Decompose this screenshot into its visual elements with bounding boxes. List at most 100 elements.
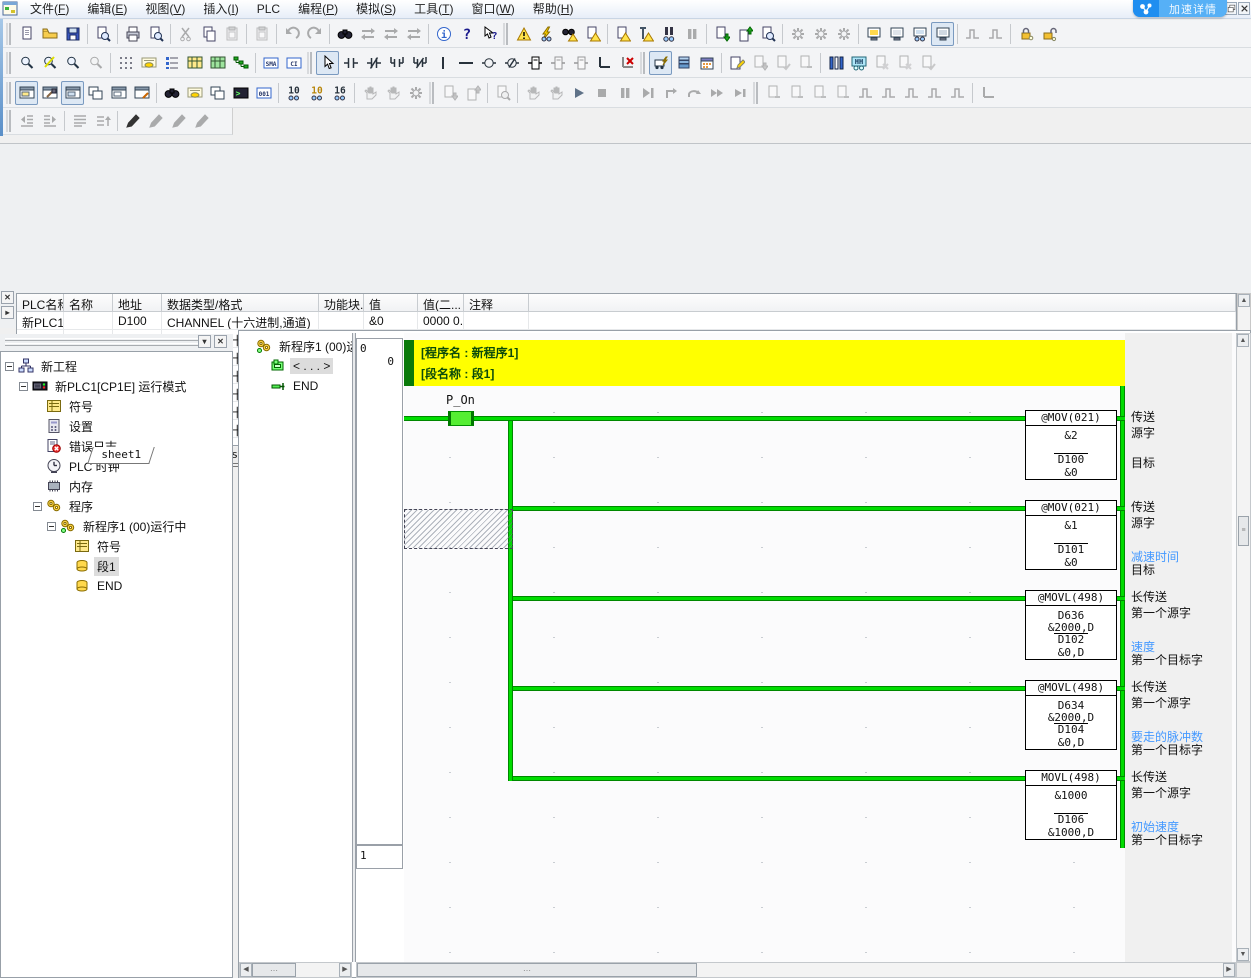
online-edit-c-button[interactable] — [916, 51, 939, 75]
print-preview-button[interactable] — [144, 22, 167, 46]
sim-stop-button[interactable] — [590, 81, 613, 105]
toolbar-grip[interactable] — [6, 82, 11, 104]
scroll-thumb[interactable]: ≡ — [1238, 516, 1249, 546]
grip-line[interactable] — [5, 343, 201, 346]
instruction-button[interactable] — [523, 51, 546, 75]
tree-close-button[interactable]: ✕ — [214, 335, 227, 348]
cell[interactable] — [64, 312, 113, 330]
tree-item-新程序1 (00)运[interactable]: 新程序1 (00)运 — [239, 336, 352, 356]
pen-percent-button[interactable] — [144, 109, 167, 133]
verify-program-button[interactable] — [771, 51, 794, 75]
find-report-button[interactable] — [558, 22, 581, 46]
mdi-close-button[interactable] — [1238, 2, 1250, 15]
time-chart-button[interactable] — [984, 22, 1007, 46]
column-header-功能块...[interactable]: 功能块... — [319, 294, 364, 312]
tree-item-内存[interactable]: 内存 — [1, 476, 232, 496]
breakpoint-4-button[interactable] — [831, 81, 854, 105]
toolbar-grip[interactable] — [6, 110, 11, 132]
find-button[interactable] — [333, 22, 356, 46]
breakpoint-3-button[interactable] — [808, 81, 831, 105]
ladder-section-tree[interactable]: 新程序1 (00)运< . . . >END — [239, 333, 352, 962]
overlay-badge[interactable]: 加速详情 — [1133, 0, 1227, 17]
tree-item-设置[interactable]: 设置 — [1, 416, 232, 436]
data-display-button[interactable]: 001 — [252, 81, 275, 105]
online-edit-a-button[interactable] — [870, 51, 893, 75]
device-check-button[interactable] — [634, 22, 657, 46]
menu-编辑E[interactable]: 编辑(E) — [78, 1, 136, 17]
column-header-注释[interactable]: 注释 — [464, 294, 529, 312]
compile-program-button[interactable] — [91, 22, 114, 46]
toolbar-grip[interactable] — [429, 82, 434, 104]
new-file-button[interactable] — [15, 22, 38, 46]
tree-menu-button[interactable]: ▾ — [198, 335, 211, 348]
trace-5-button[interactable] — [946, 81, 969, 105]
monitor-pause-button[interactable] — [657, 22, 680, 46]
workspace-window-button[interactable] — [15, 81, 38, 105]
indent-button[interactable] — [38, 109, 61, 133]
watch-window-button[interactable] — [61, 81, 84, 105]
grip-line[interactable] — [5, 338, 201, 341]
scroll-thumb[interactable]: ⋯ — [252, 963, 296, 977]
upload-from-plc-button[interactable] — [733, 22, 756, 46]
help-button[interactable]: ? — [455, 22, 478, 46]
compare-with-plc-button[interactable] — [756, 22, 779, 46]
io-receive-button[interactable] — [461, 81, 484, 105]
tree-item-END[interactable]: END — [1, 576, 232, 596]
tree-pane-hscroll[interactable]: ◀ ⋯ ▶ — [239, 962, 352, 978]
find-next-button[interactable] — [379, 22, 402, 46]
trace-1-button[interactable] — [854, 81, 877, 105]
menu-编程P[interactable]: 编程(P) — [289, 1, 347, 17]
paste-button[interactable] — [220, 22, 243, 46]
symbol-table-button[interactable] — [160, 51, 183, 75]
zoom-out-small-button[interactable] — [15, 51, 38, 75]
coil-nc-button[interactable] — [500, 51, 523, 75]
column-header-地址[interactable]: 地址 — [113, 294, 162, 312]
sim-fast-forward-button[interactable] — [705, 81, 728, 105]
scroll-up-arrow[interactable]: ▲ — [1237, 334, 1249, 347]
sim-step-in-button[interactable] — [659, 81, 682, 105]
sim-pause-button[interactable] — [613, 81, 636, 105]
align-top-button[interactable] — [91, 109, 114, 133]
scroll-right-arrow[interactable]: ▶ — [1223, 963, 1235, 977]
column-header-值(二...[interactable]: 值(二... — [418, 294, 464, 312]
trace-3-button[interactable] — [900, 81, 923, 105]
set-value-button[interactable] — [358, 81, 381, 105]
sim-step-over-button[interactable] — [682, 81, 705, 105]
force-off-button[interactable] — [1037, 22, 1060, 46]
force-on-button[interactable] — [1014, 22, 1037, 46]
instruction-block-@MOV(021)[interactable]: @MOV(021)&2D100&0 — [1025, 410, 1117, 480]
zoom-fit-button[interactable] — [38, 51, 61, 75]
zoom-reset-button[interactable] — [84, 51, 107, 75]
toolbar-grip[interactable] — [6, 52, 11, 74]
scroll-down-arrow[interactable]: ▼ — [1237, 948, 1249, 961]
toolbar-grip[interactable] — [503, 23, 508, 45]
scroll-right-arrow[interactable]: ▶ — [339, 963, 351, 977]
properties-window-button[interactable] — [130, 81, 153, 105]
return-button[interactable] — [976, 81, 999, 105]
pen-copy-button[interactable] — [167, 109, 190, 133]
breakpoint-1-button[interactable] — [762, 81, 785, 105]
scroll-up-arrow[interactable]: ▲ — [1238, 294, 1250, 307]
transfer-check-button[interactable] — [611, 22, 634, 46]
monitor-all-button[interactable] — [885, 22, 908, 46]
open-file-button[interactable] — [38, 22, 61, 46]
local-symbols-button[interactable] — [183, 81, 206, 105]
online-edit-cancel-button[interactable] — [832, 22, 855, 46]
cell[interactable]: &0 — [364, 312, 418, 330]
rung-0-margin-cell[interactable]: 0 0 — [356, 338, 403, 845]
io-multiview-button[interactable] — [206, 81, 229, 105]
tree-item-符号[interactable]: 符号 — [1, 536, 232, 556]
io-send-button[interactable] — [438, 81, 461, 105]
contact-p-on[interactable] — [448, 411, 474, 426]
hh-monitor-button[interactable]: HH — [847, 51, 870, 75]
toolbar-grip[interactable] — [753, 82, 758, 104]
ladder-vertical-scrollbar[interactable]: ▲ ≡ ▼ — [1236, 333, 1251, 962]
io-table-button[interactable] — [183, 51, 206, 75]
coil-button[interactable] — [477, 51, 500, 75]
outdent-button[interactable] — [15, 109, 38, 133]
address-reference-button[interactable] — [107, 81, 130, 105]
tree-item-新程序1 (00)运行中[interactable]: 新程序1 (00)运行中 — [1, 516, 232, 536]
context-help-button[interactable]: ? — [478, 22, 501, 46]
breakpoint-2-button[interactable] — [785, 81, 808, 105]
pen-delete-button[interactable] — [190, 109, 213, 133]
